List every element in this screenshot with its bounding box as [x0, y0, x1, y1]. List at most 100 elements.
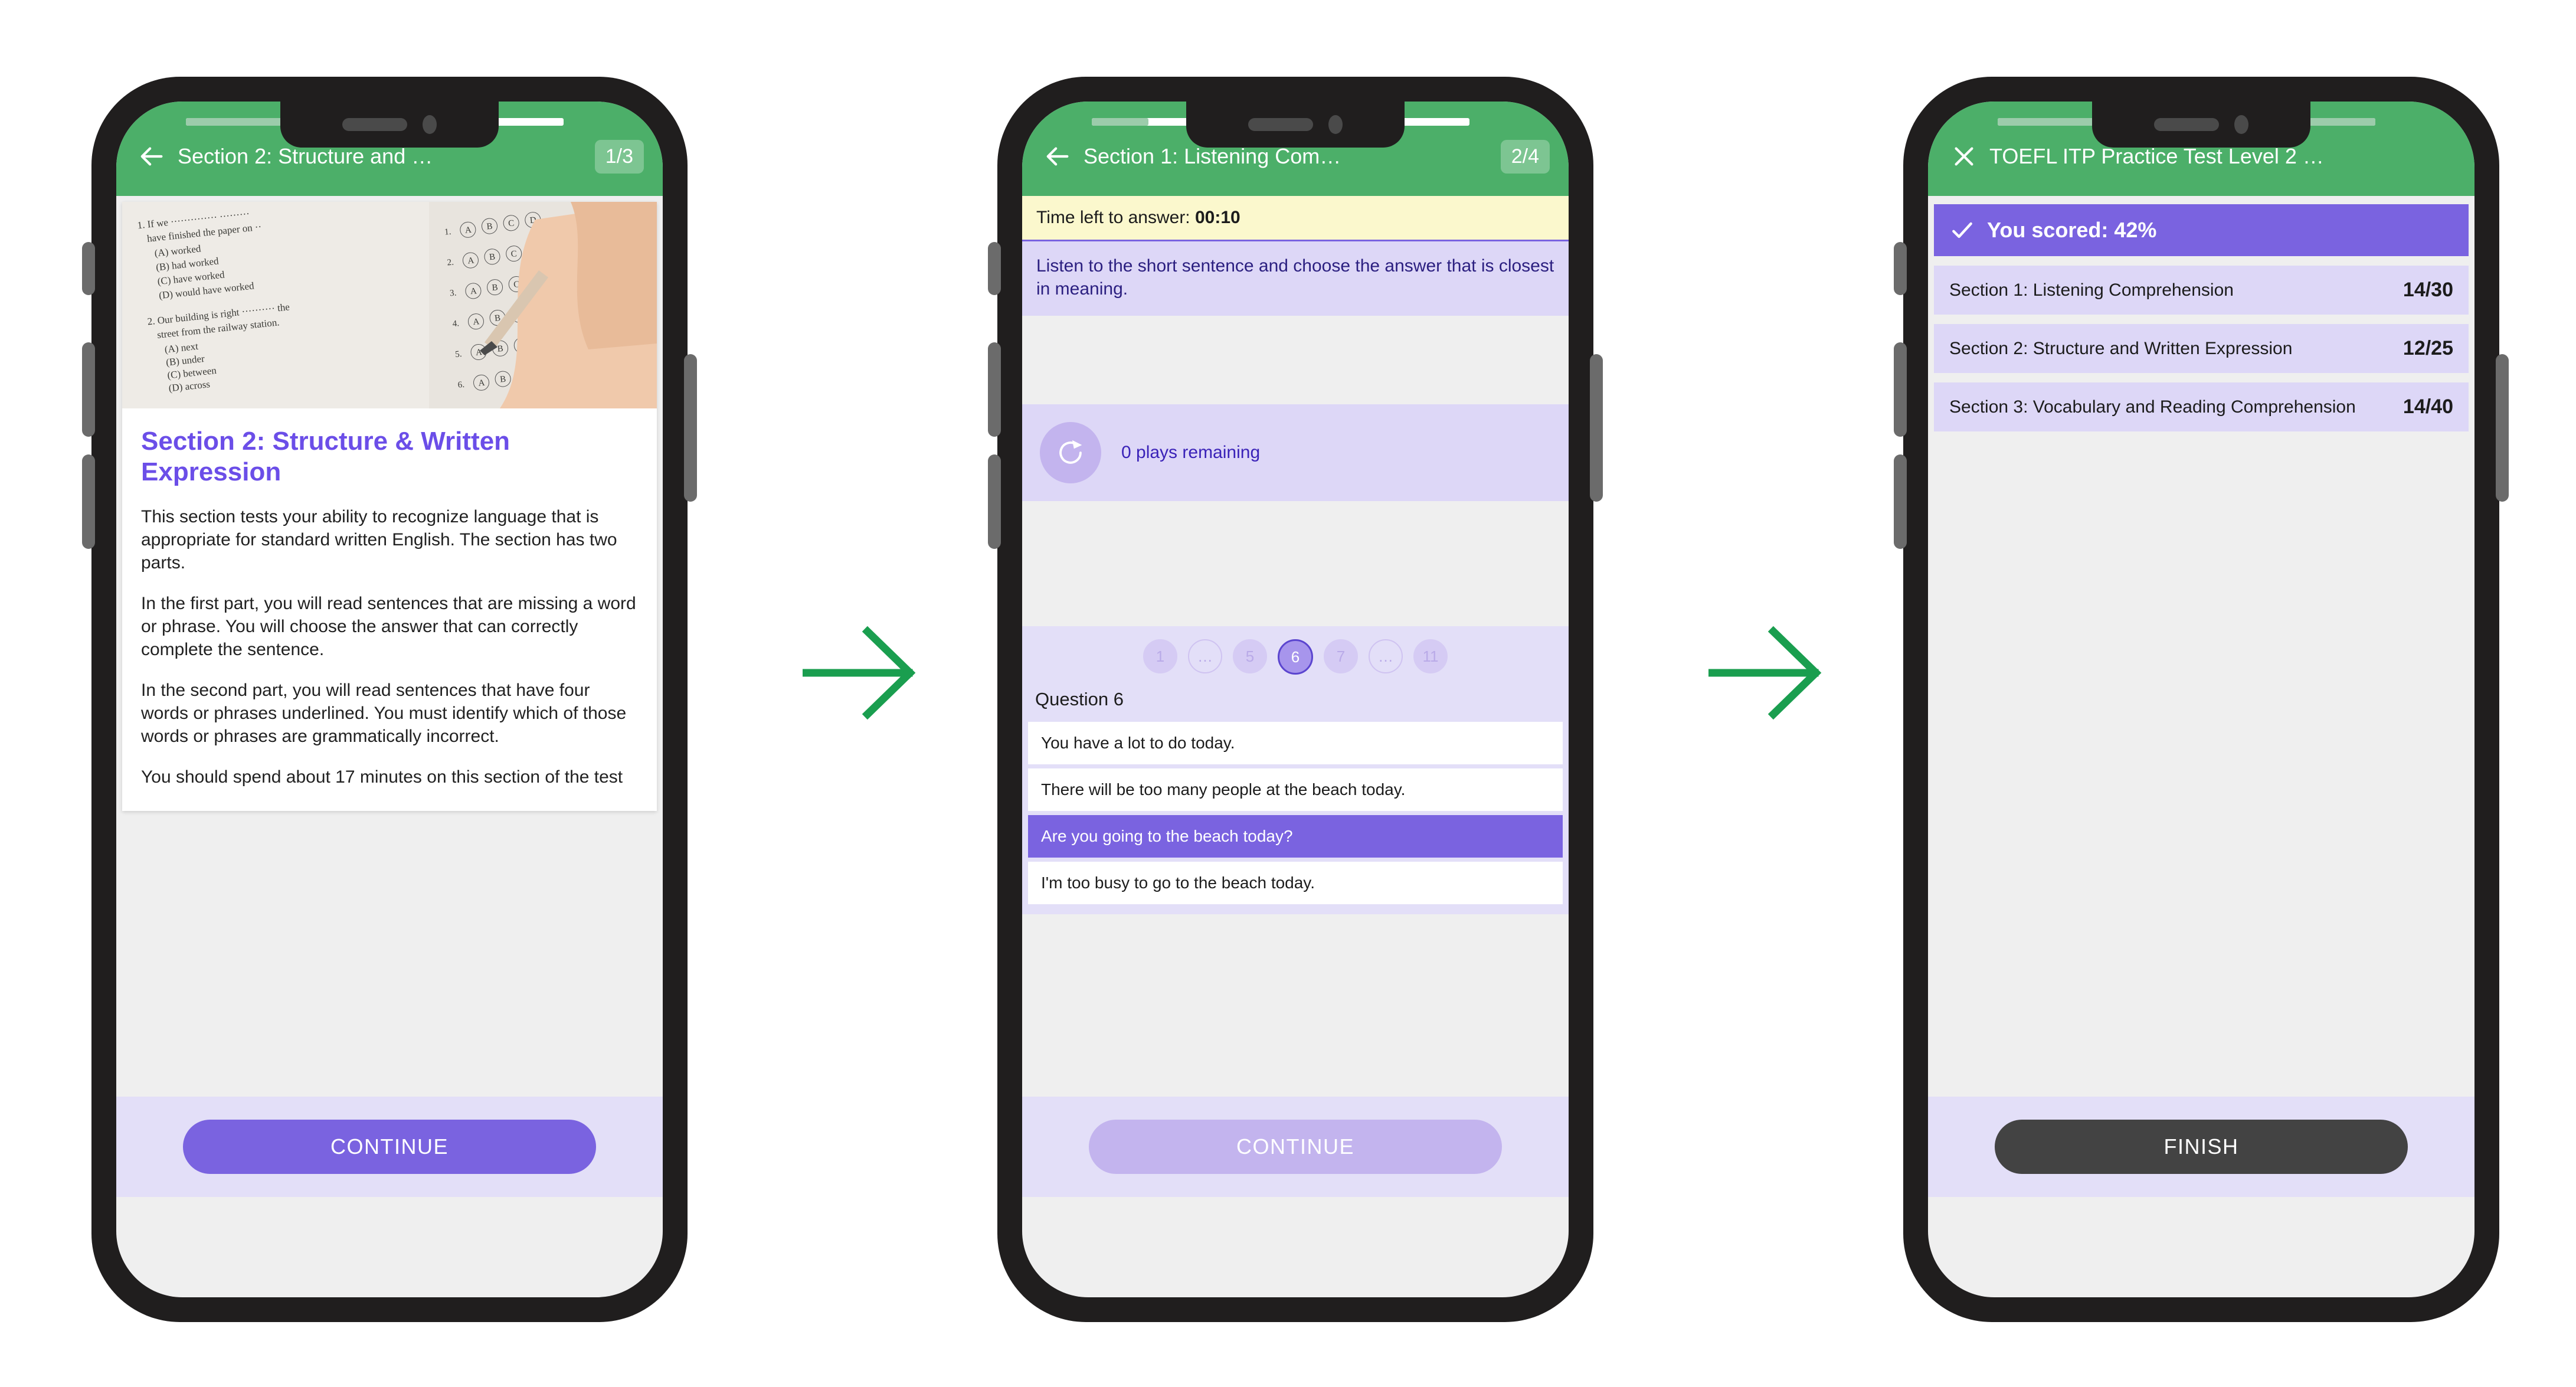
screenshot-stage: Section 2: Structure and … 1/3 1. If we …: [0, 0, 2576, 1387]
answer-timer: Time left to answer: 00:10: [1022, 196, 1569, 240]
section-score-label: Section 3: Vocabulary and Reading Compre…: [1949, 397, 2356, 417]
svg-text:4.: 4.: [452, 319, 460, 329]
score-banner: You scored: 42%: [1934, 204, 2469, 256]
timer-value: 00:10: [1194, 208, 1240, 227]
progress-bar-fill: [1092, 118, 1148, 126]
section-score-row[interactable]: Section 2: Structure and Written Express…: [1934, 324, 2469, 373]
pager-item[interactable]: 5: [1233, 639, 1267, 673]
svg-text:C: C: [510, 249, 517, 259]
step-badge-1: 1/3: [594, 139, 644, 174]
phone-volume-down-button[interactable]: [1894, 454, 1907, 549]
svg-text:5.: 5.: [455, 349, 463, 359]
back-arrow-icon[interactable]: [1036, 135, 1080, 178]
phone-mute-switch[interactable]: [1894, 242, 1907, 295]
screen-2-content: Time left to answer: 00:10 Listen to the…: [1022, 196, 1569, 1197]
answer-option[interactable]: There will be too many people at the bea…: [1028, 768, 1563, 811]
app-bar-title-1: Section 2: Structure and …: [178, 144, 433, 168]
svg-text:A: A: [478, 378, 485, 388]
svg-text:3.: 3.: [449, 288, 457, 298]
phone-power-button[interactable]: [684, 354, 697, 502]
section-score-label: Section 1: Listening Comprehension: [1949, 280, 2234, 300]
svg-text:6.: 6.: [457, 380, 465, 390]
pager-item[interactable]: 11: [1413, 639, 1448, 673]
svg-text:1.: 1.: [444, 227, 451, 237]
section-score-row[interactable]: Section 1: Listening Comprehension 14/30: [1934, 266, 2469, 315]
continue-button-disabled[interactable]: CONTINUE: [1089, 1120, 1502, 1174]
phone-screen-1: Section 2: Structure and … 1/3 1. If we …: [116, 102, 663, 1297]
pager-item[interactable]: 7: [1324, 639, 1358, 673]
phone-screen-2: Section 1: Listening Com… 2/4 Time left …: [1022, 102, 1569, 1297]
svg-text:C: C: [508, 218, 515, 228]
phone-power-button[interactable]: [2496, 354, 2509, 502]
svg-text:B: B: [489, 252, 495, 262]
svg-text:A: A: [464, 225, 472, 235]
phone-volume-up-button[interactable]: [988, 342, 1001, 437]
step-badge-3: [2434, 151, 2456, 162]
pager-item[interactable]: …: [1369, 639, 1403, 673]
section-score-value: 14/30: [2402, 279, 2453, 301]
section-score-label: Section 2: Structure and Written Express…: [1949, 339, 2293, 358]
back-arrow-icon[interactable]: [130, 135, 174, 178]
pager-item-active[interactable]: 6: [1278, 639, 1313, 675]
arrow-step-1-to-2: [798, 626, 921, 720]
phone-mute-switch[interactable]: [988, 242, 1001, 295]
step-badge-2: 2/4: [1500, 139, 1550, 174]
question-pager: 1 … 5 6 7 … 11: [1022, 626, 1569, 678]
intro-paragraph: In the first part, you will read sentenc…: [141, 593, 636, 659]
score-banner-text: You scored: 42%: [1987, 218, 2157, 242]
app-bar-title-2: Section 1: Listening Com…: [1084, 144, 1341, 168]
phone-mute-switch[interactable]: [82, 242, 95, 295]
phone-volume-down-button[interactable]: [82, 454, 95, 549]
section-score-value: 14/40: [2402, 395, 2453, 418]
question-label: Question 6: [1022, 678, 1569, 722]
section-score-row[interactable]: Section 3: Vocabulary and Reading Compre…: [1934, 382, 2469, 431]
finish-button[interactable]: FINISH: [1995, 1120, 2408, 1174]
answer-option-selected[interactable]: Are you going to the beach today?: [1028, 815, 1563, 858]
section-intro-text: Section 2: Structure & Written Expressio…: [122, 408, 657, 811]
question-instruction: Listen to the short sentence and choose …: [1022, 240, 1569, 316]
svg-text:B: B: [500, 375, 506, 385]
front-camera-icon: [423, 115, 437, 134]
phone-mockup-2: Section 1: Listening Com… 2/4 Time left …: [988, 77, 1603, 1322]
earpiece-speaker-icon: [1248, 118, 1313, 131]
answer-option[interactable]: You have a lot to do today.: [1028, 722, 1563, 764]
close-icon[interactable]: [1942, 135, 1986, 178]
pager-item[interactable]: …: [1188, 639, 1222, 673]
timer-label: Time left to answer:: [1036, 208, 1190, 227]
hero-image: 1. If we ·············· ········· have f…: [122, 202, 657, 408]
phone-screen-3: TOEFL ITP Practice Test Level 2 … You sc…: [1928, 102, 2474, 1297]
section-intro-card: 1. If we ·············· ········· have f…: [122, 202, 657, 811]
section-score-value: 12/25: [2402, 337, 2453, 359]
answer-option[interactable]: I'm too busy to go to the beach today.: [1028, 862, 1563, 904]
arrow-step-2-to-3: [1704, 626, 1827, 720]
intro-paragraph: You should spend about 17 minutes on thi…: [141, 767, 623, 787]
earpiece-speaker-icon: [2154, 118, 2219, 131]
svg-text:A: A: [473, 317, 480, 327]
phone-power-button[interactable]: [1590, 354, 1603, 502]
pager-item[interactable]: 1: [1143, 639, 1177, 673]
answer-options-list: You have a lot to do today. There will b…: [1022, 722, 1569, 914]
phone-mockup-1: Section 2: Structure and … 1/3 1. If we …: [82, 77, 697, 1322]
screen-1-content: 1. If we ·············· ········· have f…: [116, 196, 663, 1197]
screen-3-footer: FINISH: [1928, 1097, 2474, 1197]
phone-volume-down-button[interactable]: [988, 454, 1001, 549]
svg-text:B: B: [492, 283, 498, 293]
phone-notch: [280, 102, 499, 148]
intro-paragraph: In the second part, you will read senten…: [141, 680, 627, 746]
continue-button[interactable]: CONTINUE: [183, 1120, 596, 1174]
phone-volume-up-button[interactable]: [82, 342, 95, 437]
svg-text:A: A: [467, 256, 474, 266]
spacer-above-audio: [1022, 316, 1569, 404]
audio-player: 0 plays remaining: [1022, 404, 1569, 501]
svg-text:A: A: [470, 286, 477, 296]
spacer-below-audio: [1022, 501, 1569, 626]
earpiece-speaker-icon: [342, 118, 407, 131]
app-bar-title-3: TOEFL ITP Practice Test Level 2 …: [1989, 144, 2324, 168]
replay-icon[interactable]: [1040, 422, 1101, 483]
phone-volume-up-button[interactable]: [1894, 342, 1907, 437]
screen-2-footer: CONTINUE: [1022, 1097, 1569, 1197]
phone-notch: [1186, 102, 1405, 148]
phone-mockup-3: TOEFL ITP Practice Test Level 2 … You sc…: [1894, 77, 2509, 1322]
intro-paragraph: This section tests your ability to recog…: [141, 506, 617, 573]
phone-notch: [2092, 102, 2310, 148]
